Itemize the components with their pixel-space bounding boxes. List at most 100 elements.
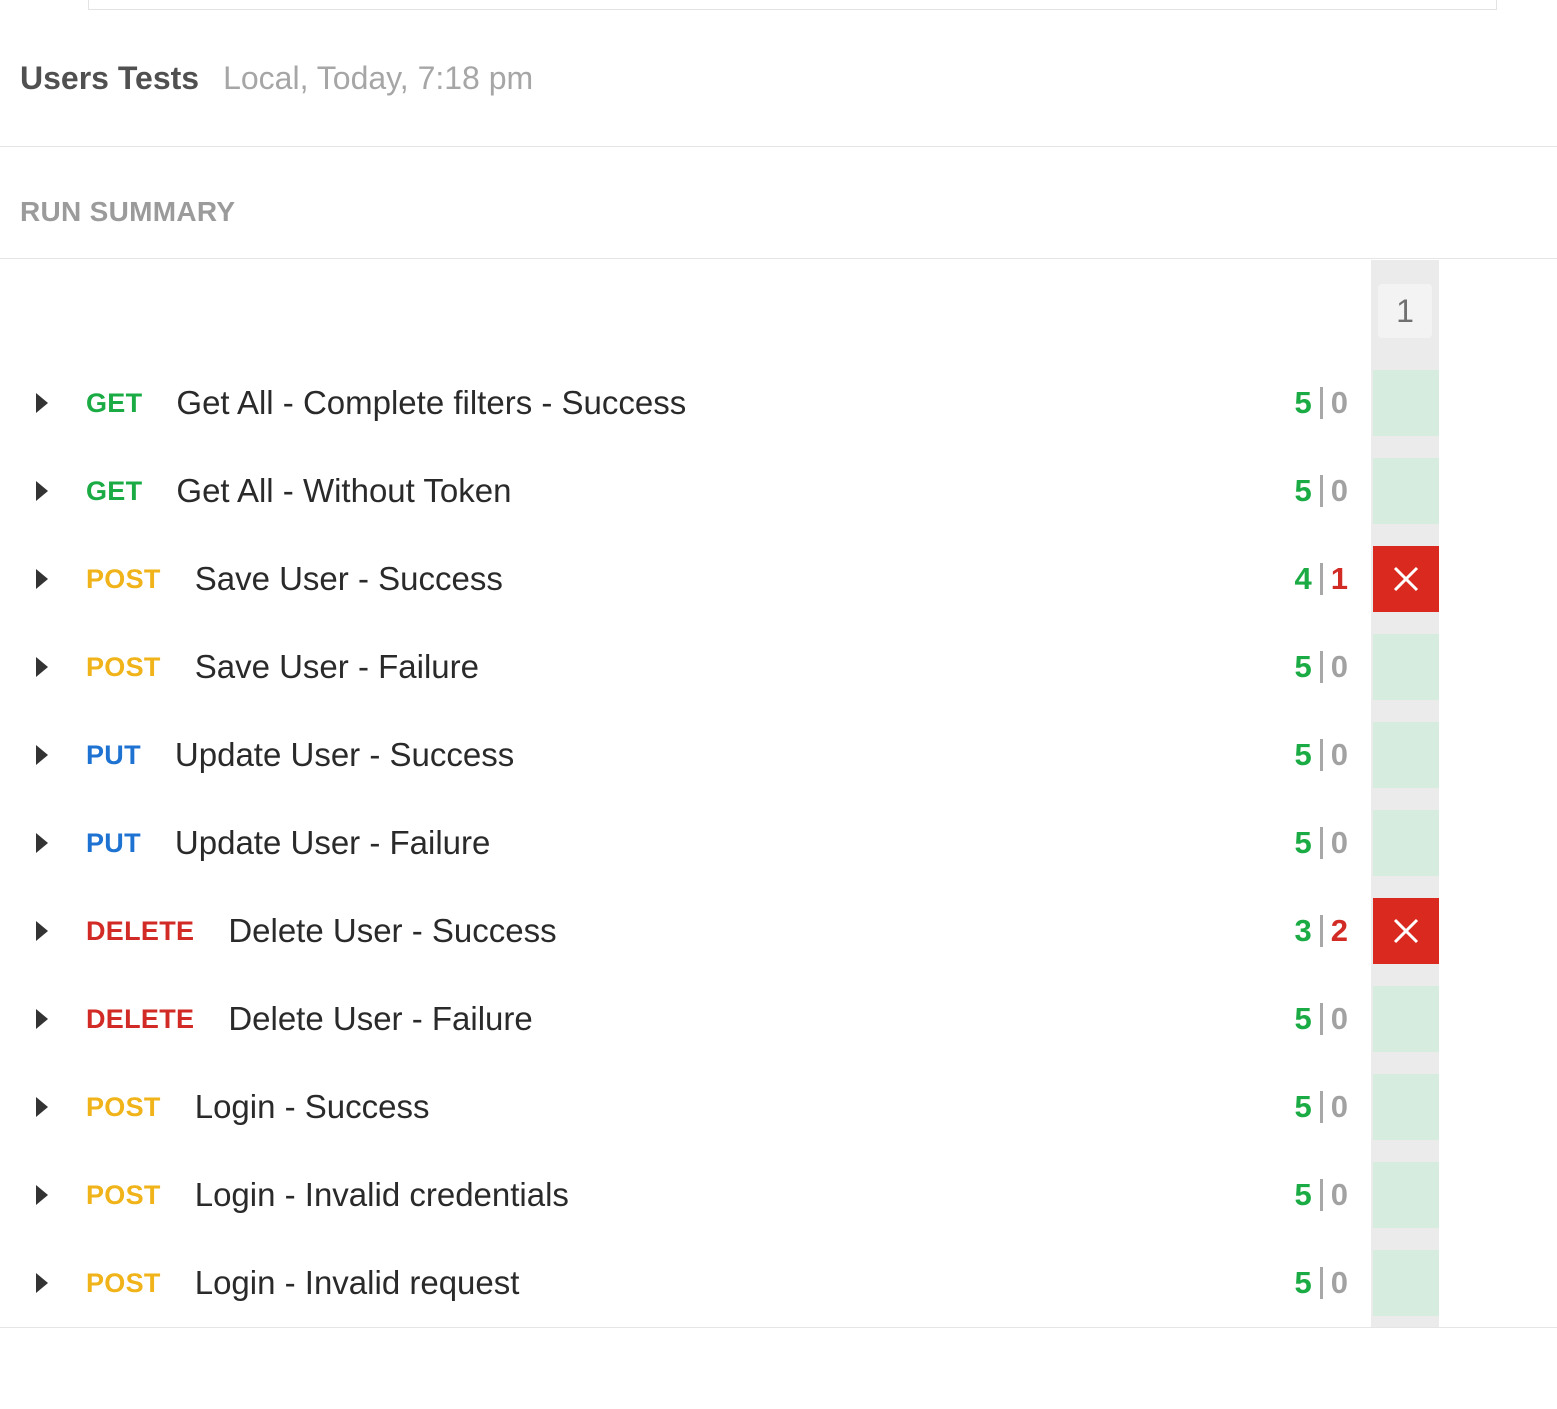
expand-caret-icon[interactable] — [36, 393, 48, 413]
iteration-result-cell[interactable] — [1373, 986, 1439, 1052]
request-row[interactable]: DELETE Delete User - Failure 5 0 — [0, 986, 1557, 1052]
iteration-result-cell[interactable] — [1373, 546, 1439, 612]
expand-caret-icon[interactable] — [36, 1273, 48, 1293]
iteration-result-cell[interactable] — [1373, 898, 1439, 964]
request-row[interactable]: POST Save User - Success 4 1 — [0, 546, 1557, 612]
count-separator — [1319, 1267, 1323, 1299]
request-row[interactable]: PUT Update User - Failure 5 0 — [0, 810, 1557, 876]
iteration-result-cell[interactable] — [1373, 810, 1439, 876]
test-counts: 50 — [1295, 1162, 1349, 1228]
failed-count: 0 — [1330, 649, 1348, 684]
passed-count: 5 — [1294, 737, 1312, 772]
run-summary-title: RUN SUMMARY — [20, 196, 236, 227]
request-name[interactable]: Login - Invalid request — [195, 1264, 520, 1302]
expand-caret-icon[interactable] — [36, 921, 48, 941]
passed-count: 5 — [1294, 649, 1312, 684]
method-badge: DELETE — [86, 1003, 195, 1034]
test-counts: 41 — [1295, 546, 1349, 612]
method-badge: DELETE — [86, 915, 195, 946]
expand-caret-icon[interactable] — [36, 657, 48, 677]
request-label: POST Save User - Failure — [86, 634, 479, 700]
expand-caret-icon[interactable] — [36, 481, 48, 501]
count-separator — [1319, 651, 1323, 683]
request-name[interactable]: Update User - Success — [175, 736, 514, 774]
method-badge: PUT — [86, 739, 141, 770]
passed-count: 5 — [1294, 473, 1312, 508]
request-name[interactable]: Get All - Complete filters - Success — [176, 384, 686, 422]
method-badge: POST — [86, 1179, 161, 1210]
request-row[interactable]: GET Get All - Without Token 5 0 — [0, 458, 1557, 524]
iteration-result-cell[interactable] — [1373, 458, 1439, 524]
previous-panel-edge — [88, 0, 1497, 10]
count-separator — [1319, 915, 1323, 947]
failed-count: 0 — [1330, 1177, 1348, 1212]
run-name: Users Tests — [20, 59, 200, 96]
request-label: POST Login - Invalid credentials — [86, 1162, 569, 1228]
close-icon — [1393, 918, 1419, 944]
count-separator — [1319, 739, 1323, 771]
expand-caret-icon[interactable] — [36, 1009, 48, 1029]
request-row[interactable]: DELETE Delete User - Success 3 2 — [0, 898, 1557, 964]
request-name[interactable]: Login - Success — [195, 1088, 430, 1126]
passed-count: 5 — [1294, 1089, 1312, 1124]
request-row[interactable]: POST Login - Invalid request 5 0 — [0, 1250, 1557, 1316]
request-name[interactable]: Update User - Failure — [175, 824, 490, 862]
count-separator — [1319, 387, 1323, 419]
test-counts: 50 — [1295, 458, 1349, 524]
passed-count: 5 — [1294, 825, 1312, 860]
passed-count: 5 — [1294, 1001, 1312, 1036]
request-row[interactable]: GET Get All - Complete filters - Success 5… — [0, 370, 1557, 436]
method-badge: GET — [86, 475, 143, 506]
divider — [0, 1327, 1557, 1328]
request-row[interactable]: POST Login - Success 5 0 — [0, 1074, 1557, 1140]
test-counts: 50 — [1295, 370, 1349, 436]
run-header: Users Tests Local, Today, 7:18 pm — [20, 58, 533, 98]
request-label: POST Save User - Success — [86, 546, 503, 612]
request-row[interactable]: POST Login - Invalid credentials 5 0 — [0, 1162, 1557, 1228]
divider — [0, 258, 1557, 259]
failed-count: 0 — [1330, 1089, 1348, 1124]
test-counts: 50 — [1295, 986, 1349, 1052]
run-meta: Local, Today, 7:18 pm — [223, 59, 534, 96]
request-name[interactable]: Delete User - Failure — [228, 1000, 532, 1038]
expand-caret-icon[interactable] — [36, 1097, 48, 1117]
request-name[interactable]: Get All - Without Token — [176, 472, 511, 510]
test-counts: 50 — [1295, 1074, 1349, 1140]
request-name[interactable]: Login - Invalid credentials — [195, 1176, 569, 1214]
iteration-result-cell[interactable] — [1373, 370, 1439, 436]
failed-count: 0 — [1330, 1001, 1348, 1036]
expand-caret-icon[interactable] — [36, 569, 48, 589]
test-counts: 32 — [1295, 898, 1349, 964]
request-name[interactable]: Save User - Success — [195, 560, 503, 598]
iteration-result-cell[interactable] — [1373, 722, 1439, 788]
passed-count: 3 — [1294, 913, 1312, 948]
expand-caret-icon[interactable] — [36, 833, 48, 853]
divider — [0, 146, 1557, 147]
count-separator — [1319, 563, 1323, 595]
passed-count: 4 — [1294, 561, 1312, 596]
count-separator — [1319, 1091, 1323, 1123]
iteration-result-cell[interactable] — [1373, 1250, 1439, 1316]
request-row[interactable]: POST Save User - Failure 5 0 — [0, 634, 1557, 700]
passed-count: 5 — [1294, 385, 1312, 420]
count-separator — [1319, 827, 1323, 859]
failed-count: 0 — [1330, 737, 1348, 772]
iteration-header[interactable]: 1 — [1378, 284, 1432, 338]
count-separator — [1319, 1003, 1323, 1035]
expand-caret-icon[interactable] — [36, 1185, 48, 1205]
close-icon — [1393, 566, 1419, 592]
iteration-result-cell[interactable] — [1373, 1074, 1439, 1140]
request-label: PUT Update User - Success — [86, 722, 514, 788]
request-name[interactable]: Delete User - Success — [228, 912, 556, 950]
iteration-result-cell[interactable] — [1373, 634, 1439, 700]
request-name[interactable]: Save User - Failure — [195, 648, 479, 686]
passed-count: 5 — [1294, 1265, 1312, 1300]
request-label: GET Get All - Complete filters - Success — [86, 370, 686, 436]
count-separator — [1319, 475, 1323, 507]
request-row[interactable]: PUT Update User - Success 5 0 — [0, 722, 1557, 788]
failed-count: 0 — [1330, 385, 1348, 420]
expand-caret-icon[interactable] — [36, 745, 48, 765]
iteration-result-cell[interactable] — [1373, 1162, 1439, 1228]
passed-count: 5 — [1294, 1177, 1312, 1212]
failed-count: 1 — [1330, 561, 1348, 596]
